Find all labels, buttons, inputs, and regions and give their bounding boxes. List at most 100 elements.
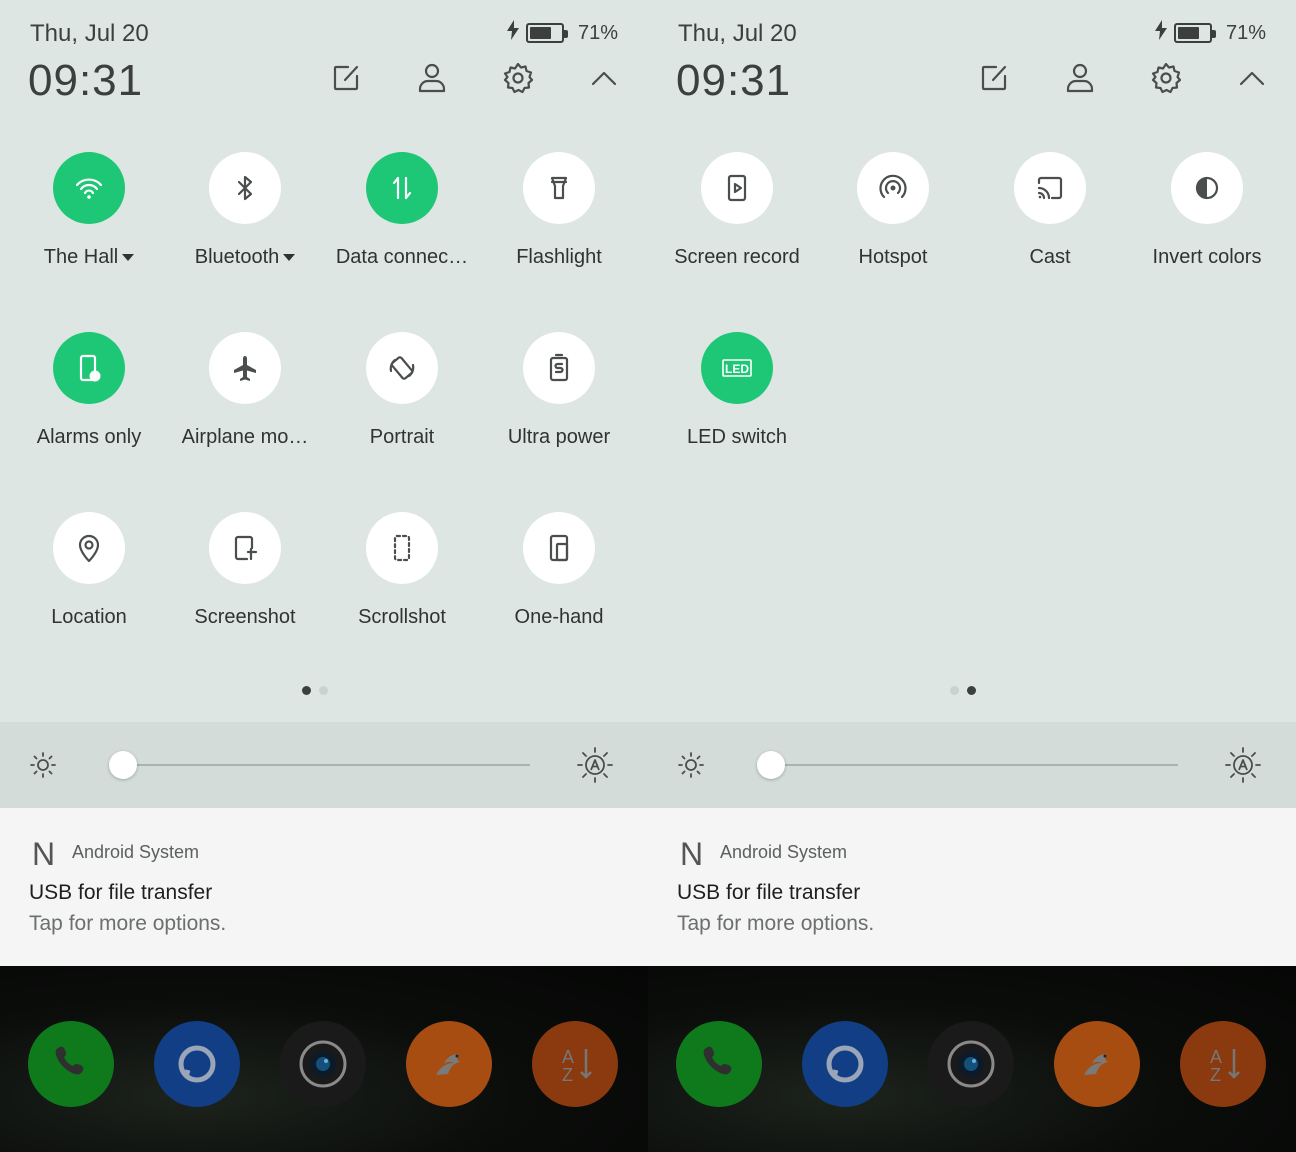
svg-text:Z: Z [1210,1065,1221,1085]
messages-icon[interactable] [154,1021,240,1107]
edit-button[interactable] [324,58,368,102]
bluetooth-icon [209,152,281,224]
collapse-button[interactable] [582,58,626,102]
quick-tile-screenshot[interactable]: Screenshot [167,512,323,662]
quick-tile-ultra-power[interactable]: Ultra power [481,332,637,482]
quick-tile-cast[interactable]: Cast [972,152,1128,302]
status-date: Thu, Jul 20 [678,20,797,47]
quick-tile-flashlight[interactable]: Flashlight [481,152,637,302]
collapse-button[interactable] [1230,58,1274,102]
ultra-power-icon [523,332,595,404]
brightness-slider-thumb[interactable] [109,751,138,779]
quick-tile-label: Cast [972,246,1128,269]
camera-icon[interactable] [928,1021,1014,1107]
quick-tile-label: Flashlight [481,246,637,269]
quick-tile-label-text: Scrollshot [358,606,446,628]
collapse-icon [586,60,622,101]
notification-card[interactable]: N Android System USB for file transfer Tap … [648,808,1296,966]
quick-tile-hotspot[interactable]: Hotspot [815,152,971,302]
quick-tile-label-text: Screen record [674,246,800,268]
quick-tile-label-text: Flashlight [516,246,602,268]
quick-tile-airplane[interactable]: Airplane mo… [167,332,323,482]
notification-app-name: Android System [720,842,848,862]
settings-button[interactable] [496,58,540,102]
brightness-auto-icon[interactable] [1224,746,1262,784]
screenshot-icon [209,512,281,584]
notification-title: USB for file transfer [677,881,861,904]
quick-tile-label-text: LED switch [686,426,788,448]
brightness-slider-track[interactable] [762,764,1178,766]
browser-icon[interactable] [406,1021,492,1107]
quick-tile-label: Ultra power [481,426,637,449]
brightness-low-icon [28,750,58,780]
page-dot[interactable] [950,686,959,695]
quick-tile-label-text: Cast [1029,246,1071,268]
battery-percent: 71% [577,21,618,44]
quick-tile-alarms-only[interactable]: Alarms only [11,332,167,482]
quick-tile-label: Airplane mo… [167,426,323,449]
svg-text:A: A [562,1047,574,1067]
hotspot-icon [857,152,929,224]
edit-button[interactable] [972,58,1016,102]
quick-settings-screen-page-1: Thu, Jul 20 09:31 71% The Hall Bluetooth Data… [0,0,648,1152]
screen-record-icon [701,152,773,224]
quick-tile-label-text: Screenshot [194,606,296,628]
quick-tile-one-hand[interactable]: One-hand [481,512,637,662]
quick-tile-label-text: One-hand [514,606,604,628]
notification-text: Tap for more options. [677,912,875,935]
settings-icon [500,60,536,101]
quick-tile-label-text: Ultra power [507,426,611,448]
dropdown-caret-icon[interactable] [122,254,135,262]
phone-icon[interactable] [676,1021,762,1107]
dictionary-icon[interactable]: AZ [1180,1021,1266,1107]
brightness-bar [648,722,1296,808]
user-button[interactable] [410,58,454,102]
quick-tile-label: The Hall [11,246,167,269]
user-icon [1062,60,1098,101]
quick-tile-label-text: Airplane mo… [181,426,309,448]
quick-tile-bluetooth[interactable]: Bluetooth [167,152,323,302]
quick-tile-label-text: Bluetooth [194,246,280,268]
quick-tile-location[interactable]: Location [11,512,167,662]
android-system-icon: N [680,836,704,872]
user-button[interactable] [1058,58,1102,102]
page-dot[interactable] [319,686,328,695]
notification-card[interactable]: N Android System USB for file transfer Tap … [0,808,648,966]
quick-tile-wifi[interactable]: The Hall [11,152,167,302]
quick-tile-label: LED switch [659,426,815,449]
brightness-slider-track[interactable] [114,764,530,766]
location-icon [53,512,125,584]
one-hand-icon [523,512,595,584]
phone-icon[interactable] [28,1021,114,1107]
svg-text:Z: Z [562,1065,573,1085]
cast-icon [1014,152,1086,224]
page-dot[interactable] [302,686,311,695]
quick-tile-label-text: Alarms only [36,426,142,448]
quick-tile-invert-colors[interactable]: Invert colors [1129,152,1285,302]
svg-text:LED: LED [725,362,749,376]
quick-tile-label-text: The Hall [43,246,119,268]
quick-tile-rotate[interactable]: Portrait [324,332,480,482]
browser-icon[interactable] [1054,1021,1140,1107]
brightness-auto-icon[interactable] [576,746,614,784]
dropdown-caret-icon[interactable] [283,254,296,262]
quick-tile-label: One-hand [481,606,637,629]
airplane-icon [209,332,281,404]
svg-text:A: A [1210,1047,1222,1067]
brightness-low-icon [676,750,706,780]
brightness-slider-thumb[interactable] [757,751,786,779]
charging-icon [506,20,520,46]
charging-icon [1154,20,1168,46]
quick-tile-label: Portrait [324,426,480,449]
quick-tile-screen-record[interactable]: Screen record [659,152,815,302]
settings-button[interactable] [1144,58,1188,102]
quick-tile-led[interactable]: LED LED switch [659,332,815,482]
messages-icon[interactable] [802,1021,888,1107]
quick-tile-label: Invert colors [1129,246,1285,269]
dictionary-icon[interactable]: AZ [532,1021,618,1107]
quick-tile-data[interactable]: Data connec… [324,152,480,302]
quick-tile-scrollshot[interactable]: Scrollshot [324,512,480,662]
page-dot[interactable] [967,686,976,695]
home-dock: AZ [0,966,648,1152]
camera-icon[interactable] [280,1021,366,1107]
